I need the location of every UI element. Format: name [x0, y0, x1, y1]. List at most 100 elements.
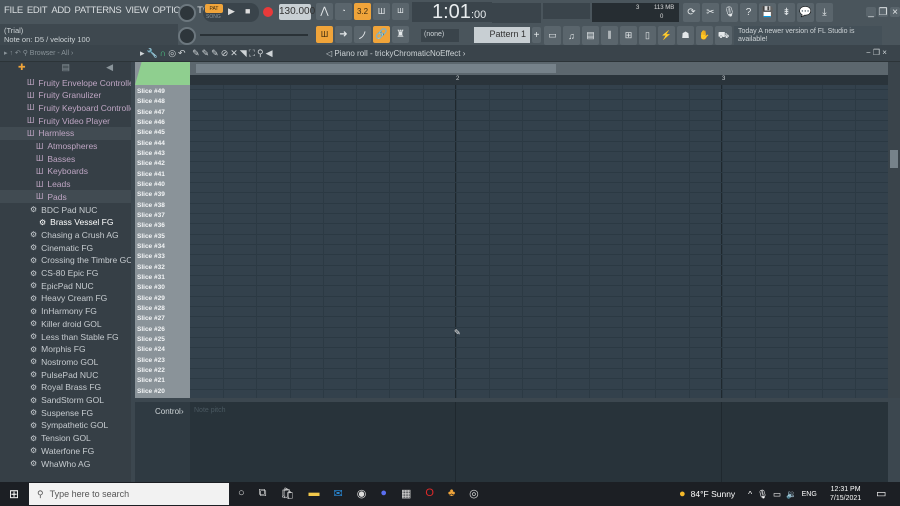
browser-item[interactable]: Ш Harmless	[0, 126, 131, 140]
slice-key[interactable]: Slice #23	[137, 357, 165, 364]
slice-key[interactable]: Slice #43	[137, 150, 165, 157]
browser-item[interactable]: ⚙ Waterfone FG	[30, 444, 94, 457]
piano-roll-tools[interactable]: ▸🔧∩◎↶ ✎✎✎⊘✕◥⛶⚲◀	[140, 48, 275, 59]
windows-start-icon[interactable]: ⊞	[9, 487, 19, 501]
browser-item[interactable]: ⚙ Suspense FG	[30, 406, 93, 419]
menu-patterns[interactable]: PATTERNS	[75, 5, 122, 16]
browser-item[interactable]: ⚙ Killer droid GOL	[30, 317, 102, 330]
slice-key[interactable]: Slice #46	[137, 119, 165, 126]
snap-button[interactable]: 3.2	[354, 3, 371, 20]
add-pattern-button[interactable]: +	[532, 27, 541, 43]
note-grid[interactable]: 2 3	[190, 62, 888, 398]
master-pitch-slider[interactable]	[200, 34, 308, 36]
song-toggle[interactable]: SONG	[206, 14, 221, 20]
slice-key[interactable]: Slice #33	[137, 253, 165, 260]
menu-file[interactable]: FILE	[4, 5, 23, 16]
wait-record-icon[interactable]: ◔	[335, 3, 352, 20]
browser-icon[interactable]: ⊞	[620, 26, 637, 45]
slice-key[interactable]: Slice #45	[137, 129, 165, 136]
pat-toggle[interactable]: PAT	[205, 4, 223, 13]
curve-icon[interactable]: ノ	[354, 26, 371, 43]
loop-record-icon[interactable]: Ш	[392, 3, 409, 20]
steam-icon[interactable]: ◉	[357, 487, 367, 500]
playlist-icon[interactable]: ▭	[544, 26, 561, 45]
horizontal-scrollbar[interactable]	[190, 62, 888, 75]
hand-icon[interactable]: ✋	[696, 26, 713, 45]
browser-item[interactable]: ⚙ SandStorm GOL	[30, 394, 104, 407]
browser-item[interactable]: Ш Fruity Envelope Controller	[27, 76, 131, 89]
browser-item[interactable]: Ш Keyboards	[36, 165, 88, 178]
browser-item[interactable]: ⚙ Royal Brass FG	[30, 381, 101, 394]
slice-key[interactable]: Slice #30	[137, 284, 165, 291]
browser-plugins-tab[interactable]: ◀	[106, 62, 113, 75]
menu-view[interactable]: VIEW	[125, 5, 148, 16]
weather-text[interactable]: 84°F Sunny	[691, 489, 736, 499]
slice-key[interactable]: Slice #48	[137, 98, 165, 105]
browser-files-tab[interactable]: ▤	[62, 62, 71, 75]
file-explorer-icon[interactable]: ▬	[308, 487, 319, 500]
browser-item[interactable]: Ш Pads	[0, 190, 131, 204]
slice-key[interactable]: Slice #20	[137, 388, 165, 395]
cut-icon[interactable]: ✂	[702, 3, 719, 22]
slice-key[interactable]: Slice #35	[137, 233, 165, 240]
volume-icon[interactable]: 🔉	[786, 489, 797, 500]
close-icon[interactable]: ×	[890, 7, 900, 18]
tempo-display[interactable]: 130.000	[279, 4, 315, 20]
timeline-ruler[interactable]: 2 3	[190, 75, 888, 85]
obs-icon[interactable]: ◎	[469, 487, 479, 500]
browser-item[interactable]: ⚙ InHarmony FG	[30, 305, 97, 318]
slice-key[interactable]: Slice #24	[137, 346, 165, 353]
browser-item[interactable]: Ш Leads	[36, 178, 71, 191]
network-icon[interactable]: ▭	[773, 489, 781, 500]
slice-key[interactable]: Slice #49	[137, 88, 165, 95]
notifications-icon[interactable]: ▭	[876, 487, 886, 500]
arrow-icon[interactable]: ➜	[335, 26, 352, 43]
link-icon[interactable]: 🔗	[373, 26, 390, 43]
slice-key[interactable]: Slice #40	[137, 181, 165, 188]
slice-key[interactable]: Slice #38	[137, 202, 165, 209]
clock[interactable]: 12:31 PM 7/15/2021	[830, 485, 861, 503]
slice-key[interactable]: Slice #37	[137, 212, 165, 219]
slice-key[interactable]: Slice #29	[137, 295, 165, 302]
slice-key[interactable]: Slice #32	[137, 264, 165, 271]
browser-item[interactable]: ⚙ Heavy Cream FG	[30, 292, 107, 305]
master-pitch-knob[interactable]	[178, 27, 196, 45]
browser-item[interactable]: ⚙ Brass Vessel FG	[39, 216, 113, 229]
browser-item[interactable]: Ш Basses	[36, 152, 75, 165]
news-panel[interactable]: Today A newer version of FL Studio is av…	[734, 26, 882, 45]
slice-key[interactable]: Slice #22	[137, 367, 165, 374]
browser-item[interactable]: ⚙ BDC Pad NUC	[30, 203, 97, 216]
store-icon[interactable]: 🛍	[281, 487, 295, 500]
plug-icon[interactable]: ⚡	[658, 26, 675, 45]
slice-key[interactable]: Slice #39	[137, 191, 165, 198]
slice-key[interactable]: Slice #47	[137, 109, 165, 116]
chat-icon[interactable]: 💬	[797, 3, 814, 22]
opera-icon[interactable]: O	[425, 487, 434, 500]
app-icon[interactable]: ▦	[401, 487, 411, 500]
browser-item[interactable]: ⚙ PulsePad NUC	[30, 368, 98, 381]
fl-studio-icon[interactable]: ♣	[448, 487, 455, 500]
browser-all-tab[interactable]: ✚	[18, 62, 26, 75]
channel-rack-icon[interactable]: ▤	[582, 26, 599, 45]
slice-key[interactable]: Slice #26	[137, 326, 165, 333]
messenger-icon[interactable]: ●	[380, 487, 387, 500]
cortana-icon[interactable]: ○	[238, 487, 245, 500]
mixer-icon[interactable]: ⫼	[601, 26, 618, 45]
browser-item[interactable]: ⚙ Crossing the Timbre GOL	[30, 254, 131, 267]
browser-item[interactable]: ⚙ WhaWho AG	[30, 457, 90, 470]
typing-keyboard-icon[interactable]: Ш	[316, 26, 333, 43]
taskbar-search[interactable]: ⚲ Type here to search	[29, 483, 229, 505]
slice-key[interactable]: Slice #41	[137, 171, 165, 178]
pattern-selector[interactable]: (none)	[421, 29, 459, 42]
slice-key[interactable]: Slice #28	[137, 305, 165, 312]
slice-key[interactable]: Slice #25	[137, 336, 165, 343]
menu-edit[interactable]: EDIT	[27, 5, 48, 16]
slice-key[interactable]: Slice #31	[137, 274, 165, 281]
slice-key[interactable]: Slice #21	[137, 377, 165, 384]
browser-item[interactable]: ⚙ Nostromo GOL	[30, 355, 98, 368]
minimize-icon[interactable]: _	[866, 7, 876, 18]
record-button[interactable]	[263, 7, 273, 17]
browser-item[interactable]: Ш Fruity Keyboard Controller	[27, 101, 131, 114]
step-edit-icon[interactable]: Ш	[373, 3, 390, 20]
browser-item[interactable]: ⚙ EpicPad NUC	[30, 279, 94, 292]
